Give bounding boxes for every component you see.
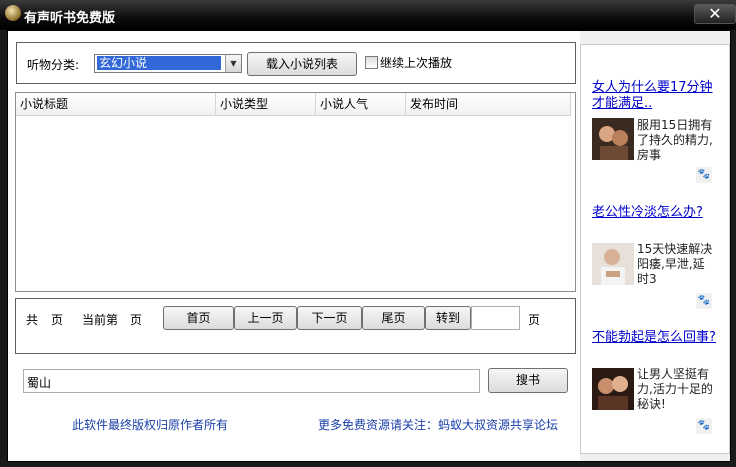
close-button[interactable]: ✕ <box>694 4 736 24</box>
load-novel-list-button[interactable]: 载入小说列表 <box>247 52 357 76</box>
copyright-text: 此软件最终版权归原作者所有 <box>72 418 229 432</box>
current-page-suffix: 页 <box>130 313 143 327</box>
ad-title-1[interactable]: 女人为什么要17分钟才能满足.. <box>592 80 722 112</box>
first-page-button[interactable]: 首页 <box>163 306 234 330</box>
goto-page-suffix: 页 <box>528 313 541 327</box>
category-selected-value: 玄幻小说 <box>96 55 222 71</box>
novel-list[interactable]: 小说标题 小说类型 小说人气 发布时间 <box>15 92 576 292</box>
ad-title-3[interactable]: 不能勃起是怎么回事? <box>592 330 722 346</box>
list-header: 小说标题 小说类型 小说人气 发布时间 <box>16 93 571 116</box>
ad-image-3[interactable] <box>592 368 634 410</box>
prev-page-button[interactable]: 上一页 <box>234 306 297 330</box>
ad-desc-3: 让男人坚挺有力,活力十足的秘诀! <box>637 367 713 411</box>
ad-desc-2: 15天快速解决阳痿,早泄,延时3 <box>637 242 713 286</box>
window-title: 有声听书免费版 <box>24 11 116 26</box>
ad-title-2[interactable]: 老公性冷淡怎么办? <box>592 205 722 221</box>
ad-desc-1: 服用15日拥有了持久的精力,房事 <box>637 118 713 162</box>
ad-image-2[interactable] <box>592 243 634 285</box>
column-title[interactable]: 小说标题 <box>16 93 216 115</box>
resource-forum-link[interactable]: 更多免费资源请关注：蚂蚁大叔资源共享论坛 <box>318 416 558 433</box>
last-page-button[interactable]: 尾页 <box>362 306 425 330</box>
search-input[interactable]: 蜀山 <box>23 369 480 393</box>
column-publish-time[interactable]: 发布时间 <box>406 93 571 115</box>
category-label: 听物分类: <box>27 58 80 72</box>
paw-icon[interactable]: 🐾 <box>696 167 712 183</box>
current-page-prefix: 当前第 <box>82 313 119 327</box>
continue-playback-label[interactable]: 继续上次播放 <box>380 54 452 71</box>
ad-image-1[interactable] <box>592 118 634 160</box>
goto-page-button[interactable]: 转到 <box>425 306 471 330</box>
paw-icon[interactable]: 🐾 <box>696 293 712 309</box>
total-pages-prefix: 共 <box>26 313 39 327</box>
app-icon <box>5 5 21 21</box>
goto-page-input[interactable] <box>471 306 520 330</box>
continue-playback-checkbox[interactable] <box>365 56 378 69</box>
search-input-value: 蜀山 <box>27 376 52 390</box>
total-pages-suffix: 页 <box>51 313 64 327</box>
app-window: 有声听书免费版 ✕ 听物分类: 玄幻小说 ▼ 载入小说列表 继续上次播放 小说标… <box>0 0 736 467</box>
search-book-button[interactable]: 搜书 <box>488 368 568 393</box>
main-panel: 听物分类: 玄幻小说 ▼ 载入小说列表 继续上次播放 小说标题 小说类型 小说人… <box>8 31 580 461</box>
column-type[interactable]: 小说类型 <box>216 93 316 115</box>
ad-panel: 女人为什么要17分钟才能满足.. 服用15日拥有了持久的精力,房事 🐾 老公性冷… <box>580 44 730 454</box>
category-select[interactable]: 玄幻小说 ▼ <box>94 54 242 73</box>
paw-icon[interactable]: 🐾 <box>696 418 712 434</box>
client-area: 听物分类: 玄幻小说 ▼ 载入小说列表 继续上次播放 小说标题 小说类型 小说人… <box>7 30 731 462</box>
column-popularity[interactable]: 小说人气 <box>316 93 406 115</box>
chevron-down-icon[interactable]: ▼ <box>225 55 241 72</box>
title-bar[interactable]: 有声听书免费版 ✕ <box>0 0 736 30</box>
next-page-button[interactable]: 下一页 <box>297 306 362 330</box>
